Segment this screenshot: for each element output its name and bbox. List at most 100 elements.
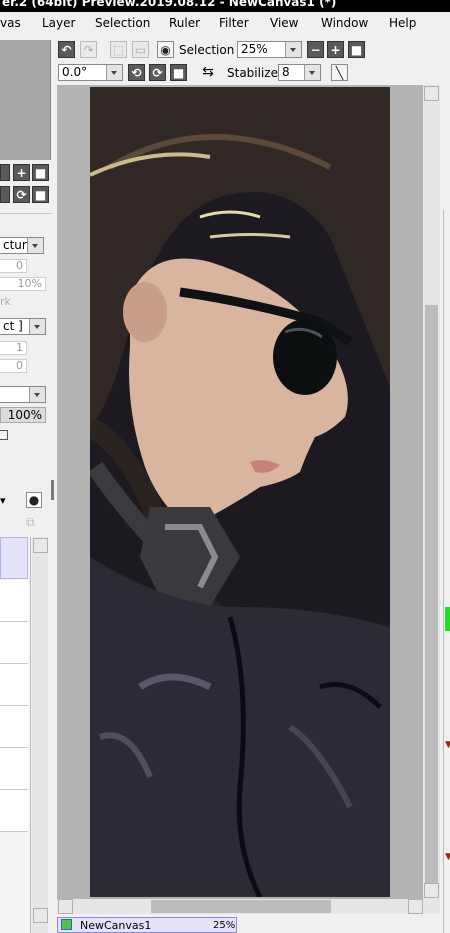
layer-row[interactable] [0,622,28,664]
line-tool-button[interactable]: ╲ [331,64,348,81]
navigator-preview[interactable] [0,40,51,160]
selection-label: Selection [179,43,235,57]
zoom-in-button[interactable]: + [327,41,344,58]
blending-mode-select[interactable] [0,386,46,403]
layer-row[interactable] [0,664,28,706]
menu-help[interactable]: Help [389,16,416,30]
invert-selection-button[interactable]: ▭ [132,41,149,58]
title-bar: er.2 (64bit) Preview.2019.08.12 - NewCan… [0,0,450,12]
deselect-button[interactable]: ⬚ [110,41,127,58]
square-icon: ■ [34,187,47,202]
rotate-right-icon: ⟳ [152,65,163,80]
diagonal-line-icon: ╲ [335,65,344,80]
divider [0,213,52,214]
stabilizer-select[interactable]: 8 [278,64,321,81]
nav-zoom-out-button[interactable] [0,164,10,181]
chevron-down-icon: ▼ [445,852,450,862]
menu-bar: vas Layer Selection Ruler Filter View Wi… [0,12,450,36]
redo-button[interactable]: ↷ [80,41,97,58]
vertical-scroll-thumb[interactable] [425,305,438,895]
chevron-down-icon [29,387,45,402]
menu-layer[interactable]: Layer [42,16,75,30]
zoom-reset-button[interactable]: ■ [348,41,365,58]
right-panel [443,210,450,933]
zoom-value: 25% [241,42,268,56]
opacity-slider[interactable]: 100% [0,407,46,423]
effect-select[interactable]: ct ] [0,318,46,335]
rotate-right-button[interactable]: ⟳ [149,64,166,81]
flip-icon: ⇆ [202,64,214,80]
plus-icon: + [16,165,27,180]
zoom-select[interactable]: 25% [237,41,302,58]
undo-button[interactable]: ↶ [58,41,75,58]
texture-select[interactable]: cture ] [0,237,44,254]
layer-row[interactable] [0,580,28,622]
menu-canvas[interactable]: vas [0,16,21,30]
rotate-right-icon: ⟳ [16,187,27,202]
menu-view[interactable]: View [270,16,298,30]
plus-icon: + [330,42,341,57]
copy-layer-icon: ⧉ [26,515,35,529]
scroll-right-arrow[interactable] [408,899,423,914]
scroll-down-arrow[interactable] [33,908,48,923]
menu-selection[interactable]: Selection [95,16,150,30]
texture-scale-field[interactable]: 0 [0,259,27,273]
effect-intensity-field[interactable]: 0 [0,359,27,373]
circle-icon: ● [28,493,40,507]
scroll-up-arrow[interactable] [33,538,48,553]
scroll-left-arrow[interactable] [58,899,73,914]
layer-scrollbar[interactable] [32,537,48,933]
redo-icon: ↷ [83,42,94,57]
rotate-reset-button[interactable]: ■ [170,64,187,81]
flip-horizontal-button[interactable]: ⇆ [199,64,217,81]
layer-row[interactable] [0,790,28,832]
canvas-zoom: 25% [213,920,236,931]
undo-icon: ↶ [61,42,72,57]
layer-row-selected[interactable] [0,537,28,579]
square-icon: ■ [350,42,363,57]
zoom-out-button[interactable]: − [307,41,324,58]
stabilizer-value: 8 [282,65,290,79]
canvas-icon [61,919,72,930]
window-title: er.2 (64bit) Preview.2019.08.12 - NewCan… [2,0,337,9]
nav-rotate-left-button[interactable] [0,186,10,203]
new-layer-button[interactable]: ● [26,492,42,508]
selection-visibility-toggle[interactable]: ◉ [157,41,174,58]
rotate-left-button[interactable]: ⟲ [128,64,145,81]
square-icon: ■ [172,65,185,80]
invert-label: rk [0,295,11,308]
artwork-canvas[interactable] [90,87,390,897]
nav-rotate-reset-button[interactable]: ■ [32,186,49,203]
menu-window[interactable]: Window [321,16,368,30]
chevron-down-icon: ▾ [0,494,6,507]
chevron-down-icon [27,238,43,253]
chevron-down-icon [285,42,301,57]
chevron-down-icon [29,319,45,334]
panel-splitter[interactable] [51,480,54,500]
chevron-down-icon: ▼ [445,740,450,750]
texture-strength-field[interactable]: 10% [0,277,46,291]
layer-row[interactable] [0,706,28,748]
lock-icon[interactable] [0,430,8,440]
chevron-down-icon [106,65,122,80]
nav-rotate-right-button[interactable]: ⟳ [13,186,30,203]
horizontal-scroll-thumb[interactable] [151,900,331,913]
square-icon: ■ [34,165,47,180]
deselect-icon: ⬚ [112,42,125,57]
scroll-up-arrow[interactable] [424,86,439,101]
color-swatch[interactable] [445,607,450,631]
canvas-tab[interactable]: NewCanvas1 25% [57,917,237,933]
effect-width-field[interactable]: 1 [0,341,27,355]
eye-icon: ◉ [160,42,171,57]
layer-row[interactable] [0,748,28,790]
nav-zoom-reset-button[interactable]: ■ [32,164,49,181]
rotation-select[interactable]: 0.0° [58,64,123,81]
minus-icon: − [310,42,321,57]
nav-zoom-in-button[interactable]: + [13,164,30,181]
menu-ruler[interactable]: Ruler [169,16,200,30]
menu-filter[interactable]: Filter [219,16,249,30]
effect-value: ct ] [3,319,23,333]
scroll-down-arrow[interactable] [424,883,439,898]
canvas-viewport[interactable] [57,85,440,914]
chevron-down-icon [304,65,320,80]
